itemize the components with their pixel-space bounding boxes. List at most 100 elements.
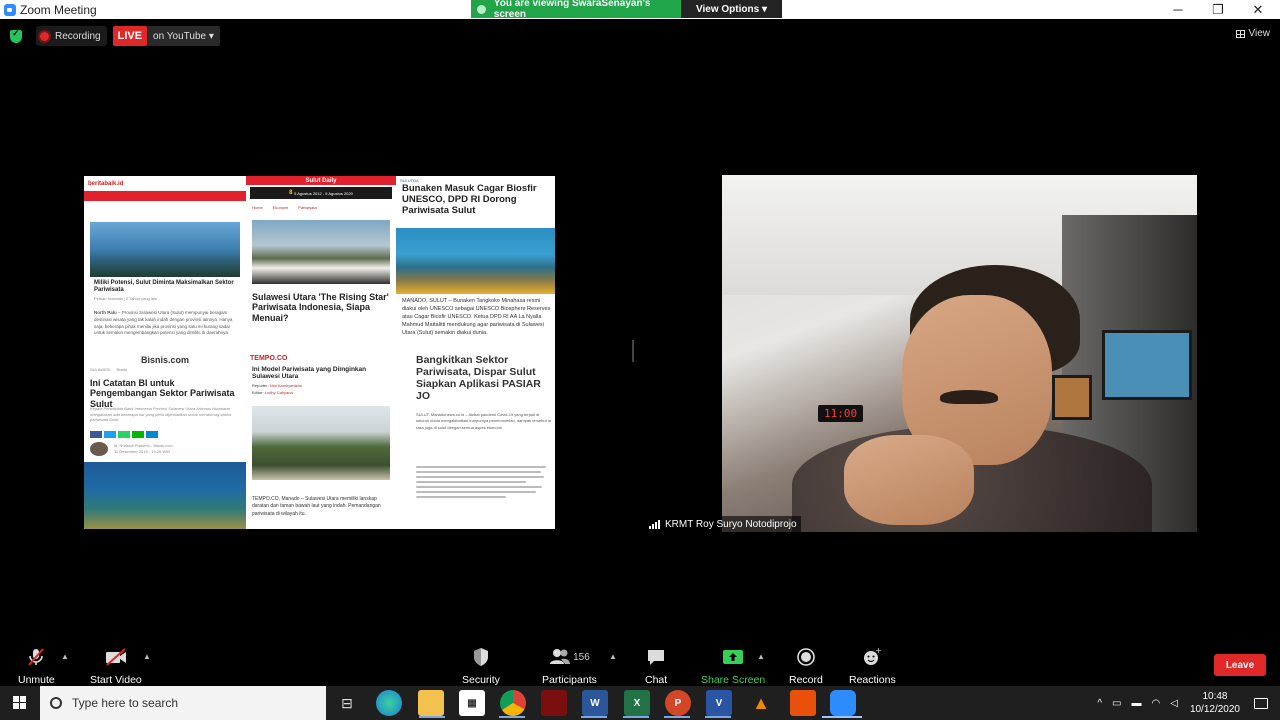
crumb-pariwisata[interactable]: Pariwisata bbox=[298, 205, 316, 210]
sulutdaily-banner: 8 5 Agustus 2012 - 5 Agustus 2020 bbox=[250, 187, 392, 199]
whatsapp-icon[interactable] bbox=[118, 431, 130, 438]
bisnis-author-avatar bbox=[90, 442, 108, 456]
tray-app-icon[interactable]: ▭ bbox=[1112, 698, 1121, 709]
beritabaik-lead: North Palu bbox=[94, 310, 117, 315]
tempo-editor-name[interactable]: Ludhy Cahyana bbox=[265, 390, 293, 395]
close-button[interactable]: ✕ bbox=[1238, 0, 1278, 19]
zoom-taskbar-icon[interactable] bbox=[830, 690, 856, 716]
line-icon[interactable] bbox=[132, 431, 144, 438]
screen-share-banner: You are viewing SwaraSenayan's screen Vi… bbox=[471, 0, 782, 20]
taskbar-clock[interactable]: 10:48 10/12/2020 bbox=[1190, 690, 1240, 716]
bisnis-share-icons bbox=[90, 431, 158, 438]
background-monitor-small bbox=[1052, 375, 1092, 420]
game-app-icon[interactable] bbox=[541, 690, 567, 716]
participants-button[interactable]: 156 Participants bbox=[542, 646, 597, 686]
reactions-label: Reactions bbox=[849, 674, 896, 686]
action-center-icon[interactable] bbox=[1254, 697, 1268, 709]
unmute-button[interactable]: Unmute bbox=[18, 646, 55, 686]
share-screen-button[interactable]: Share Screen bbox=[701, 646, 765, 686]
participants-options-caret-icon[interactable]: ▲ bbox=[609, 652, 617, 661]
taskbar-search-box[interactable]: Type here to search bbox=[40, 686, 326, 720]
vlc-icon[interactable]: ▲ bbox=[748, 690, 774, 716]
pdf-app-icon[interactable] bbox=[790, 690, 816, 716]
chrome-active-indicator bbox=[499, 716, 525, 718]
powerpoint-active-indicator bbox=[664, 716, 690, 718]
word-active-indicator bbox=[581, 716, 607, 718]
participant-name-label: KRMT Roy Suryo Notodiprojo bbox=[645, 516, 801, 532]
view-layout-button[interactable]: View bbox=[1235, 28, 1271, 39]
excel-icon[interactable]: X bbox=[624, 690, 650, 716]
crumb-home[interactable]: Home bbox=[252, 205, 263, 210]
crumb-ekonomi[interactable]: Ekonomi bbox=[273, 205, 289, 210]
chat-button[interactable]: Chat bbox=[645, 646, 667, 686]
encryption-shield-icon[interactable] bbox=[10, 28, 22, 43]
telegram-icon[interactable] bbox=[146, 431, 158, 438]
reactions-button[interactable]: + Reactions bbox=[849, 646, 896, 686]
shared-screen-area: beritabaik.id Miliki Potensi, Sulut Dimi… bbox=[6, 176, 633, 529]
security-button[interactable]: Security bbox=[462, 646, 500, 686]
bisnis-crumb-bisnis[interactable]: Bisnis bbox=[117, 367, 128, 372]
share-options-caret-icon[interactable]: ▲ bbox=[757, 652, 765, 661]
word-icon[interactable]: W bbox=[582, 690, 608, 716]
volume-icon[interactable]: ◁ bbox=[1170, 698, 1178, 709]
leave-meeting-button[interactable]: Leave bbox=[1214, 654, 1266, 676]
share-screen-label: Share Screen bbox=[701, 674, 766, 686]
video-options-caret-icon[interactable]: ▲ bbox=[143, 652, 151, 661]
split-view-handle[interactable] bbox=[632, 340, 634, 362]
bisnis-crumb-sulawesi[interactable]: SULAWESI bbox=[90, 367, 111, 372]
start-video-button[interactable]: Start Video bbox=[90, 646, 142, 686]
powerpoint-icon[interactable]: P bbox=[665, 690, 691, 716]
record-button[interactable]: Record bbox=[789, 646, 823, 686]
maximize-button[interactable]: ❐ bbox=[1198, 0, 1238, 19]
pasiarjo-excerpt: SULUT. Manadonews.co.id – Akibat pandemi… bbox=[416, 412, 551, 430]
tray-overflow-chevron-icon[interactable]: ^ bbox=[1097, 698, 1102, 709]
excel-active-indicator bbox=[623, 716, 649, 718]
tempo-reporter-name[interactable]: Nini Kamiryanishu bbox=[270, 383, 302, 388]
view-label: View bbox=[1248, 28, 1271, 39]
visio-icon[interactable]: V bbox=[706, 690, 732, 716]
beritabaik-headline: Miliki Potensi, Sulut Diminta Maksimalka… bbox=[94, 280, 234, 293]
sulutdaily-header: Sulut Daily bbox=[246, 176, 396, 185]
participants-label: Participants bbox=[542, 674, 597, 686]
start-button[interactable] bbox=[0, 686, 40, 720]
facebook-icon[interactable] bbox=[90, 431, 102, 438]
beritabaik-nav bbox=[84, 191, 246, 201]
clock-time: 10:48 bbox=[1202, 691, 1228, 702]
participant-mustache bbox=[940, 390, 998, 404]
tempo-editor: Editor: Ludhy Cahyana bbox=[252, 390, 302, 397]
tempo-palm-photo bbox=[252, 406, 390, 480]
chrome-icon[interactable] bbox=[500, 690, 526, 716]
edge-browser-icon[interactable] bbox=[376, 690, 402, 716]
system-tray: ^ ▭ ▬ ◠ ◁ 10:48 10/12/2020 bbox=[1097, 686, 1280, 720]
wifi-icon[interactable]: ◠ bbox=[1152, 698, 1161, 709]
article-bunaken: SULUTDA Bunaken Masuk Cagar Biosfir UNES… bbox=[396, 176, 555, 354]
window-title: Zoom Meeting bbox=[20, 2, 97, 17]
bisnis-reef-photo bbox=[84, 462, 246, 529]
share-screen-icon bbox=[722, 646, 744, 668]
bunaken-reef-photo bbox=[396, 228, 555, 294]
article-pasiar-jo: Bangkitkan Sektor Pariwisata, Dispar Sul… bbox=[396, 354, 555, 529]
tempo-excerpt: TEMPO.CO, Manado – Sulawesi Utara memili… bbox=[252, 496, 392, 518]
live-youtube-dropdown[interactable]: on YouTube ▾ bbox=[147, 26, 220, 46]
participants-count: 156 bbox=[573, 651, 590, 663]
minimize-button[interactable]: ─ bbox=[1158, 0, 1198, 19]
grid-view-icon bbox=[1235, 29, 1245, 38]
twitter-icon[interactable] bbox=[104, 431, 116, 438]
view-options-button[interactable]: View Options ▾ bbox=[681, 0, 782, 18]
microsoft-store-icon[interactable]: ▦ bbox=[459, 690, 485, 716]
task-view-icon[interactable]: ⊟ bbox=[334, 690, 360, 716]
tempo-logo: TEMPO.CO bbox=[250, 355, 288, 362]
battery-icon[interactable]: ▬ bbox=[1132, 698, 1142, 709]
bisnis-breadcrumb: SULAWESI Bisnis bbox=[84, 366, 246, 373]
viewing-share-indicator: You are viewing SwaraSenayan's screen bbox=[471, 0, 681, 20]
bisnis-date: 11 Desember 2019 - 19:26 WIB bbox=[114, 449, 170, 455]
visio-active-indicator bbox=[705, 716, 731, 718]
audio-options-caret-icon[interactable]: ▲ bbox=[61, 652, 69, 661]
bunaken-excerpt: MANADO, SULUT – Bunaken Tangkoko Minahas… bbox=[402, 298, 551, 336]
file-explorer-icon[interactable] bbox=[418, 690, 444, 716]
zoom-app-icon bbox=[4, 3, 16, 16]
recording-indicator[interactable]: Recording bbox=[36, 26, 107, 46]
clock-date: 10/12/2020 bbox=[1189, 704, 1240, 715]
sulutdaily-banner-number: 8 bbox=[289, 190, 293, 196]
pasiarjo-body-lines bbox=[416, 466, 549, 501]
